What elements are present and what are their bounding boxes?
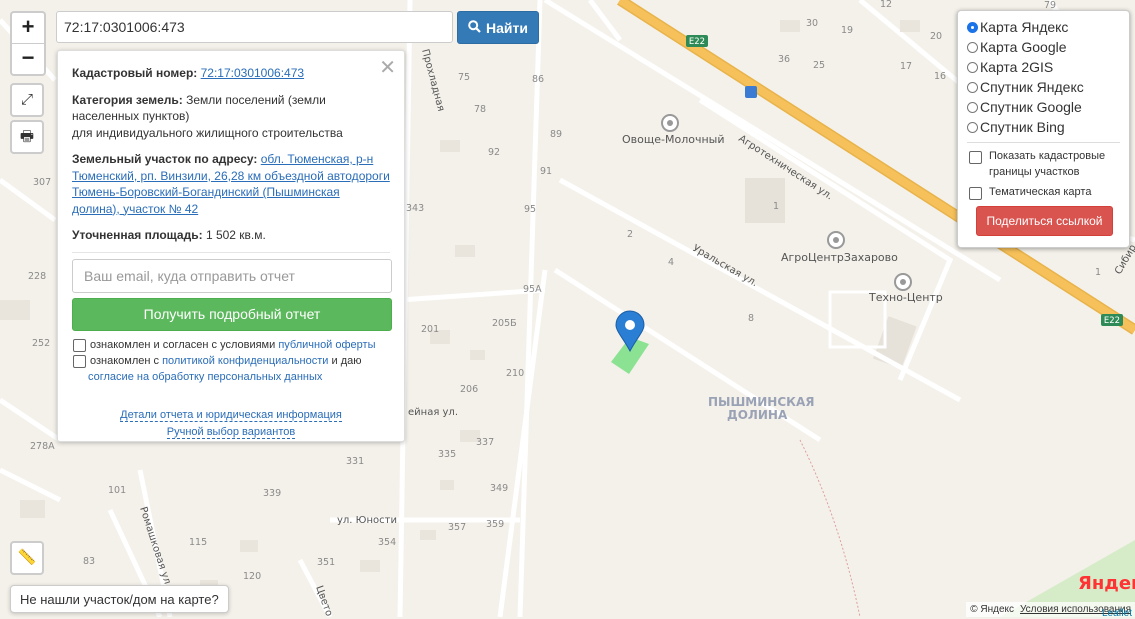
search-icon — [468, 19, 481, 36]
radio[interactable] — [967, 41, 978, 53]
layer-label: Спутник Bing — [980, 119, 1065, 135]
radio[interactable] — [967, 81, 978, 93]
checkbox-label: Тематическая карта — [989, 186, 1092, 198]
area-row: Уточненная площадь: 1 502 кв.м. — [72, 227, 390, 244]
checkbox[interactable] — [969, 151, 982, 164]
parcel-info-card: ✕ Кадастровый номер: 72:17:0301006:473 К… — [57, 50, 405, 442]
zoom-in-button[interactable]: + — [12, 13, 44, 43]
agree-text: ознакомлен с — [90, 354, 163, 367]
consent-link[interactable]: согласие на обработку персональных данны… — [88, 371, 322, 383]
checkbox-label: Показать кадастровые границы участков — [989, 150, 1106, 178]
details-link[interactable]: Детали отчета и юридическая информация — [120, 408, 342, 422]
printer-icon: 🖶 — [19, 128, 35, 145]
cadastral-number-row: Кадастровый номер: 72:17:0301006:473 — [72, 65, 390, 82]
layer-label: Карта Google — [980, 39, 1067, 55]
layer-option-2gis-map[interactable]: Карта 2GIS — [967, 57, 1129, 77]
privacy-checkbox[interactable] — [73, 354, 86, 368]
ruler-button[interactable]: 📏 — [10, 541, 44, 575]
radio-selected[interactable] — [967, 21, 978, 33]
card-links: Детали отчета и юридическая информация Р… — [72, 407, 390, 441]
radio[interactable] — [967, 101, 978, 113]
radio[interactable] — [967, 61, 978, 73]
layer-option-bing-satellite[interactable]: Спутник Bing — [967, 117, 1129, 137]
ruler-icon: 📏 — [17, 549, 37, 566]
cadastral-label: Кадастровый номер: — [72, 66, 198, 80]
layer-label: Спутник Google — [980, 99, 1082, 115]
expand-icon: ⤢ — [20, 91, 33, 108]
land-category-row: Категория земель: Земли поселений (земли… — [72, 92, 390, 142]
layer-label: Карта Яндекс — [980, 19, 1069, 35]
layers-panel: Карта Яндекс Карта Google Карта 2GIS Спу… — [957, 10, 1130, 248]
leaflet-link[interactable]: Leaflet — [1102, 608, 1132, 619]
search-button-label: Найти — [486, 19, 528, 36]
layer-option-google-satellite[interactable]: Спутник Google — [967, 97, 1129, 117]
yandex-logo: Яндекс — [1078, 573, 1135, 594]
layer-option-yandex-satellite[interactable]: Спутник Яндекс — [967, 77, 1129, 97]
print-button[interactable]: 🖶 — [10, 120, 44, 154]
radio[interactable] — [967, 121, 978, 133]
search-button[interactable]: Найти — [457, 11, 539, 44]
layer-option-yandex-map[interactable]: Карта Яндекс — [967, 17, 1129, 37]
cadastral-number-link[interactable]: 72:17:0301006:473 — [201, 66, 304, 80]
privacy-link[interactable]: политикой конфиденциальности — [162, 355, 328, 367]
get-report-button[interactable]: Получить подробный отчет — [72, 297, 392, 331]
email-input[interactable]: Ваш email, куда отправить отчет — [72, 258, 392, 293]
category-use: для индивидуального жилищного строительс… — [72, 125, 343, 140]
search-value: 72:17:0301006:473 — [64, 19, 185, 35]
not-found-button[interactable]: Не нашли участок/дом на карте? — [10, 585, 229, 613]
area-value: 1 502 кв.м. — [205, 228, 266, 242]
show-borders-toggle[interactable]: Показать кадастровые границы участков — [967, 148, 1129, 180]
logo-text: Яндекс — [1078, 573, 1135, 594]
address-row: Земельный участок по адресу: обл. Тюменс… — [72, 151, 390, 217]
copyright-text: © Яндекс — [970, 604, 1014, 615]
manual-select-link[interactable]: Ручной выбор вариантов — [166, 425, 296, 439]
agree-text: и даю — [328, 354, 362, 367]
zoom-out-button[interactable]: − — [12, 43, 44, 74]
share-link-button[interactable]: Поделиться ссылкой — [976, 206, 1113, 236]
close-icon[interactable]: ✕ — [379, 55, 396, 80]
offer-link[interactable]: публичной оферты — [278, 339, 375, 351]
fullscreen-button[interactable]: ⤢ — [10, 83, 44, 117]
layer-label: Спутник Яндекс — [980, 79, 1084, 95]
thematic-map-toggle[interactable]: Тематическая карта — [967, 184, 1129, 200]
layer-option-google-map[interactable]: Карта Google — [967, 37, 1129, 57]
agree-text: ознакомлен и согласен с условиями — [90, 338, 279, 351]
category-label: Категория земель: — [72, 92, 183, 107]
layer-label: Карта 2GIS — [980, 59, 1054, 75]
offer-checkbox[interactable] — [73, 338, 86, 352]
address-label: Земельный участок по адресу: — [72, 152, 258, 166]
area-label: Уточненная площадь: — [72, 228, 203, 242]
email-placeholder: Ваш email, куда отправить отчет — [84, 267, 295, 284]
checkbox[interactable] — [969, 187, 982, 200]
search-input[interactable]: 72:17:0301006:473 — [56, 11, 453, 43]
agreements: ознакомлен и согласен с условиями публич… — [72, 337, 390, 385]
zoom-control: + − — [10, 11, 46, 76]
